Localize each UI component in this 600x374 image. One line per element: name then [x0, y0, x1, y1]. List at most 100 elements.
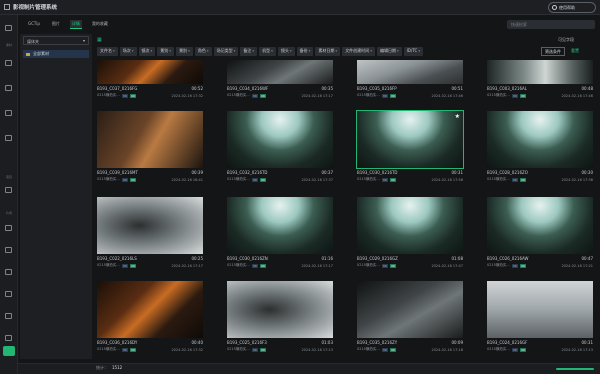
media-thumbnail[interactable]	[227, 281, 333, 338]
badge-ok: OK	[129, 93, 137, 98]
folder-select[interactable]: 媒体夹 ▾	[23, 36, 89, 45]
filter-chip-label: 文件创建时间	[345, 48, 370, 53]
media-thumbnail[interactable]	[487, 281, 593, 338]
tab-favorites[interactable]: 我的收藏	[90, 20, 110, 29]
media-thumbnail[interactable]	[357, 197, 463, 254]
filter-chip[interactable]: 备注▾	[240, 47, 258, 56]
card-meta-row: 0215横拍实... 3D OK 2024-02-16 17:32	[97, 347, 203, 352]
clip-name: B193_C003_0216AL	[487, 86, 527, 91]
clip-name: B193_C039_0216MT	[97, 170, 138, 175]
media-thumbnail[interactable]	[97, 197, 203, 254]
media-thumbnail[interactable]	[227, 111, 333, 168]
clipboard-icon[interactable]	[5, 135, 12, 141]
filter-search-button[interactable]: 筛选条件	[541, 47, 565, 56]
filter-chip[interactable]: 场次▾	[119, 47, 137, 56]
media-thumbnail[interactable]	[357, 60, 463, 84]
calendar-icon[interactable]	[5, 225, 12, 231]
media-card[interactable]: B193_C029_0216GZ 01:08 0215横拍实... 3D OK 2024-…	[357, 197, 463, 268]
media-card[interactable]: B193_C034_0216WF 00:35 0215横拍实... 3D OK 2024-…	[227, 60, 333, 98]
badge-ok: OK	[519, 177, 527, 182]
media-card[interactable]: B193_C032_0216TD 00:37 0215横拍实... 3D OK 2024-…	[227, 111, 333, 182]
media-thumbnail[interactable]	[97, 111, 203, 168]
media-thumbnail[interactable]	[487, 60, 593, 84]
media-card[interactable]: B193_C035_0216ZY 00:09 0215横拍实... 3D OK 2024-…	[357, 281, 463, 352]
help-button[interactable]: 使用帮助	[548, 2, 596, 13]
badge-3d: 3D	[381, 93, 388, 98]
filter-chip[interactable]: 景别▾	[176, 47, 193, 56]
folder-item-all[interactable]: 全部素材	[23, 50, 89, 58]
media-thumbnail[interactable]	[487, 111, 593, 168]
media-thumbnail[interactable]	[97, 60, 203, 84]
filter-chip[interactable]: 景别▾	[157, 47, 175, 56]
filter-chip[interactable]: 编辑日期▾	[376, 47, 402, 56]
media-thumbnail[interactable]	[97, 281, 203, 338]
filter-chip[interactable]: 镜次▾	[138, 47, 156, 56]
visible-fields-toggle[interactable]: 可见字段	[558, 37, 574, 43]
media-card[interactable]: B193_C037_0216FG 00:52 0215横拍实... 3D OK 2024-…	[97, 60, 203, 98]
filter-reset-button[interactable]: 重置	[568, 47, 582, 56]
clip-name: B193_C034_0216WF	[227, 86, 269, 91]
person-icon[interactable]	[5, 291, 12, 297]
media-card[interactable]: B193_C039_0216MT 00:39 0215横拍实... 3D OK 2024-…	[97, 111, 203, 182]
badge-ok: OK	[259, 263, 267, 268]
media-thumbnail[interactable]	[227, 197, 333, 254]
folder-icon[interactable]	[5, 110, 12, 116]
grid-icon[interactable]	[5, 25, 12, 31]
clip-name: B193_C025_0216F3	[227, 340, 267, 345]
filter-chip[interactable]: 备份▾	[296, 47, 314, 56]
media-thumbnail[interactable]	[227, 60, 333, 84]
tab-gctip[interactable]: GCTip	[26, 20, 42, 29]
clip-description: 0215横拍实...	[97, 263, 120, 267]
badge-ok: OK	[259, 347, 267, 352]
filter-chip[interactable]: 文件名▾	[97, 47, 118, 56]
media-card[interactable]: ★ B193_C030_0216TD 00:31 0215横拍实... 3D OK 2024…	[356, 110, 464, 182]
media-thumbnail[interactable]	[357, 281, 463, 338]
card-meta-row: 0215横拍实... 3D OK 2024-02-16 17:13	[227, 347, 333, 352]
clip-duration: 00:48	[581, 86, 593, 91]
media-card[interactable]: B193_C028_0216ZO 00:30 0215横拍实... 3D OK 2024-…	[487, 111, 593, 182]
film-icon[interactable]	[5, 187, 12, 193]
rail-active-item[interactable]	[3, 346, 15, 356]
media-card[interactable]: B193_C024_0216GF 00:31 0215横拍实... 3D OK 2024-…	[487, 281, 593, 352]
media-card[interactable]: B193_C026_0216AW 00:47 0215横拍实... 3D OK 2024-…	[487, 197, 593, 268]
filter-chip[interactable]: 镜头▾	[277, 47, 295, 56]
card-title-row: B193_C029_0216GZ 01:08	[357, 256, 463, 261]
document-icon[interactable]	[5, 85, 12, 91]
search-input[interactable]: 快速检索	[507, 20, 595, 29]
clip-description: 0215横拍实...	[357, 263, 380, 267]
filter-chip-label: 角色	[197, 48, 206, 53]
filter-chip-label: 备份	[299, 48, 308, 53]
book-icon[interactable]	[5, 247, 12, 253]
filter-chip[interactable]: 机型▾	[259, 47, 276, 56]
grid-view-icon[interactable]: ▦	[97, 37, 102, 43]
clip-duration: 00:31	[451, 170, 463, 175]
filter-chip[interactable]: 角色▾	[194, 47, 212, 56]
media-thumbnail[interactable]: ★	[356, 110, 464, 169]
tab-images[interactable]: 图片	[50, 20, 62, 29]
media-card[interactable]: B193_C035_0216FP 00:51 0215横拍实... 3D OK 2024-…	[357, 60, 463, 98]
media-card[interactable]: B193_C036_0216DY 00:40 0215横拍实... 3D OK 2024-…	[97, 281, 203, 352]
filter-chip[interactable]: 文件创建时间▾	[342, 47, 375, 56]
tab-details[interactable]: 详情	[69, 20, 82, 29]
zoom-slider[interactable]	[556, 368, 594, 370]
filter-chip[interactable]: 场记类型▾	[213, 47, 239, 56]
media-thumbnail[interactable]	[487, 197, 593, 254]
filter-chip[interactable]: 素材日期▾	[315, 47, 341, 56]
user-icon	[552, 5, 557, 10]
home-icon[interactable]	[5, 269, 12, 275]
badge-3d: 3D	[121, 177, 128, 182]
clip-duration: 00:37	[321, 170, 333, 175]
media-card[interactable]: B193_C003_0216AL 00:48 0215横拍实... 3D OK 2024-…	[487, 60, 593, 98]
settings-icon[interactable]	[5, 335, 12, 341]
media-card[interactable]: B193_C025_0216F3 01:03 0215横拍实... 3D OK 2024-…	[227, 281, 333, 352]
chevron-down-icon: ▾	[188, 49, 190, 53]
clip-description: 0215横拍实...	[227, 347, 250, 351]
media-card[interactable]: B193_C030_0216ZN 01:16 0215横拍实... 3D OK 2024-…	[227, 197, 333, 268]
rail-label-set: 片场	[5, 211, 12, 215]
badge-ok: OK	[129, 263, 137, 268]
media-card[interactable]: B193_C022_0216LS 00:25 0215横拍实... 3D OK 2024-…	[97, 197, 203, 268]
filter-chip[interactable]: ID/TC▾	[403, 47, 424, 56]
star-icon[interactable]: ★	[455, 113, 460, 120]
chart-icon[interactable]	[5, 313, 12, 319]
image-icon[interactable]	[5, 60, 12, 66]
